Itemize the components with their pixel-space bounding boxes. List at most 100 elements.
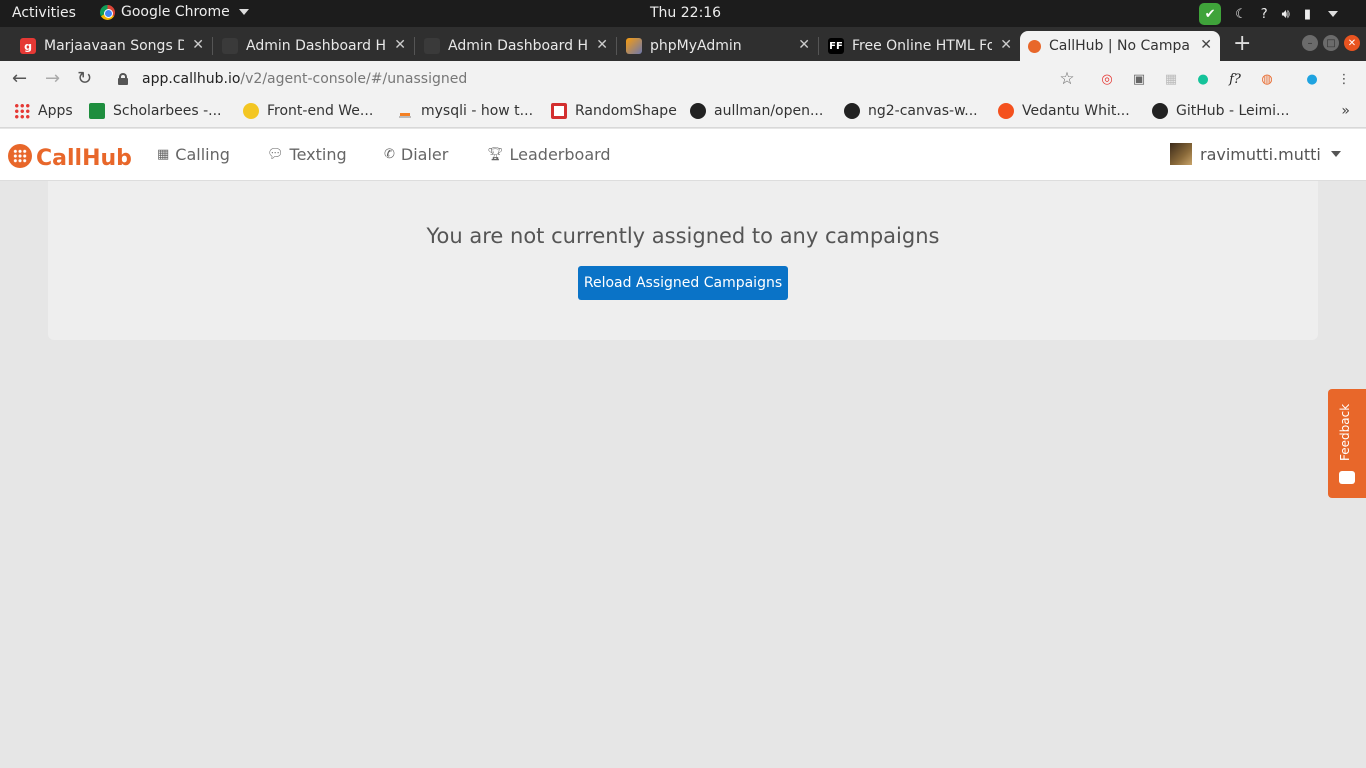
no-campaigns-message: You are not currently assigned to any ca… [426,224,940,248]
new-tab-icon[interactable]: + [1233,31,1251,56]
trophy-icon: 🏆︎ [487,147,504,162]
tab-title: Marjaavaan Songs D [44,38,184,54]
clock[interactable]: Thu 22:16 [650,5,721,21]
bookmark-star-icon[interactable]: ☆ [1058,69,1076,89]
tab-strip: g Marjaavaan Songs D ✕ Admin Dashboard H… [0,27,1366,61]
check-icon[interactable]: ✔ [1199,3,1222,25]
chevron-down-icon [1328,11,1338,17]
grammarly-icon[interactable]: ● [1194,70,1212,88]
randomshape-icon [551,103,567,119]
battery-icon: ▮ [1303,6,1311,22]
app-menu-label: Google Chrome [121,4,230,20]
chrome-icon [100,4,115,20]
github-icon [690,103,706,119]
gaana-icon: g [20,38,36,54]
tab-admin-dashboard-2[interactable]: Admin Dashboard H ✕ [416,31,617,61]
app-header: CallHub ▦ Calling 💬︎ Texting ✆ Dialer 🏆︎ Lea… [0,129,1366,181]
help-icon: ? [1260,6,1268,22]
tab-title: phpMyAdmin [650,38,742,54]
page-icon [222,38,238,54]
tab-free-online-html[interactable]: FF Free Online HTML Fo ✕ [820,31,1020,61]
close-tab-icon[interactable]: ✕ [1200,37,1212,53]
bookmark-aullman[interactable]: aullman/open... [690,103,823,119]
apps-grid-icon [14,103,30,119]
vedantu-icon [998,103,1014,119]
frontend-icon [243,103,259,119]
phpmyadmin-icon [626,38,642,54]
avatar [1170,143,1192,165]
nav-leaderboard[interactable]: 🏆︎ Leaderboard [487,145,611,164]
feedback-tab[interactable]: Feedback [1328,389,1366,498]
more-bookmarks-icon[interactable]: » [1341,103,1350,119]
github-icon [844,103,860,119]
close-tab-icon[interactable]: ✕ [394,37,406,53]
window-controls: – □ ✕ [1302,35,1360,51]
browser-toolbar: ← → ↻ app.callhub.io/v2/agent-console/#/… [0,61,1366,96]
bookmark-github-leimi[interactable]: GitHub - Leimi... [1152,103,1289,119]
url-host: app.callhub.io [142,71,241,87]
camera-icon[interactable]: ▣ [1130,70,1148,88]
tab-phpmyadmin[interactable]: phpMyAdmin ✕ [618,31,819,61]
bookmark-vedantu[interactable]: Vedantu Whit... [998,103,1130,119]
lock-icon [118,73,128,85]
chevron-down-icon [238,9,249,15]
brand-name: CallHub [36,146,132,171]
feedback-smile-icon [1339,471,1355,484]
extension-swirl-icon[interactable]: ◎ [1098,70,1116,88]
menu-kebab-icon[interactable]: ⋮ [1335,70,1353,88]
address-bar[interactable]: app.callhub.io/v2/agent-console/#/unassi… [118,71,467,87]
close-tab-icon[interactable]: ✕ [798,37,810,53]
night-light-icon: ☾ [1235,6,1247,22]
activities-button[interactable]: Activities [12,5,76,21]
reload-campaigns-button[interactable]: Reload Assigned Campaigns [578,266,788,300]
font-finder-icon[interactable]: f? [1226,70,1244,88]
tab-title: CallHub | No Campai [1049,38,1189,54]
user-menu[interactable]: ravimutti.mutti [1170,143,1341,165]
close-tab-icon[interactable]: ✕ [1000,37,1012,53]
ff-icon: FF [828,38,844,54]
github-icon [1152,103,1168,119]
bookmark-frontend[interactable]: Front-end We... [243,103,373,119]
minimize-icon[interactable]: – [1302,35,1318,51]
extension-grid-icon[interactable]: ▦ [1162,70,1180,88]
tab-title: Admin Dashboard H [448,38,588,54]
bookmarks-bar: Apps Scholarbees -... Front-end We... my… [0,96,1366,128]
bookmark-ng2-canvas[interactable]: ng2-canvas-w... [844,103,978,119]
bookmark-apps[interactable]: Apps [14,103,73,119]
table-icon: ▦ [157,147,170,162]
app-menu[interactable]: Google Chrome [100,4,249,20]
close-tab-icon[interactable]: ✕ [192,37,204,53]
extension-dropper-icon[interactable]: ◍ [1258,70,1276,88]
callhub-favicon-icon [1028,39,1041,53]
reload-icon[interactable]: ↻ [77,68,92,89]
back-icon[interactable]: ← [12,68,27,89]
tab-title: Free Online HTML Fo [852,38,992,54]
comments-icon: 💬︎ [267,147,284,162]
system-top-bar: Activities Google Chrome Thu 22:16 ✔ ☾ ?… [0,0,1366,27]
bookmark-randomshape[interactable]: RandomShape [551,103,677,119]
tab-admin-dashboard-1[interactable]: Admin Dashboard H ✕ [214,31,415,61]
tab-callhub[interactable]: CallHub | No Campai ✕ [1020,31,1220,61]
forward-icon[interactable]: → [45,68,60,89]
feedback-label: Feedback [1338,403,1352,461]
bookmark-mysqli[interactable]: mysqli - how t... [397,103,533,119]
scholarbees-icon [89,103,105,119]
system-tray[interactable]: ✔ ☾ ? 🔊︎ ▮ [1199,3,1338,25]
volume-icon: 🔊︎ [1281,6,1290,22]
callhub-logo[interactable]: CallHub [8,140,132,171]
maximize-icon[interactable]: □ [1323,35,1339,51]
nav-texting[interactable]: 💬︎ Texting [267,145,347,164]
tab-marjaavaan[interactable]: g Marjaavaan Songs D ✕ [12,31,213,61]
php-extension-icon[interactable]: ● [1303,70,1321,88]
chevron-down-icon [1330,151,1341,157]
url-path: /v2/agent-console/#/unassigned [240,71,468,87]
unassigned-panel: You are not currently assigned to any ca… [48,181,1318,340]
stackoverflow-icon [397,103,413,119]
callhub-logo-icon [8,143,32,168]
close-window-icon[interactable]: ✕ [1344,35,1360,51]
nav-dialer[interactable]: ✆ Dialer [384,145,448,164]
nav-calling[interactable]: ▦ Calling [157,145,230,164]
bookmark-scholarbees[interactable]: Scholarbees -... [89,103,222,119]
close-tab-icon[interactable]: ✕ [596,37,608,53]
phone-icon: ✆ [384,147,395,162]
